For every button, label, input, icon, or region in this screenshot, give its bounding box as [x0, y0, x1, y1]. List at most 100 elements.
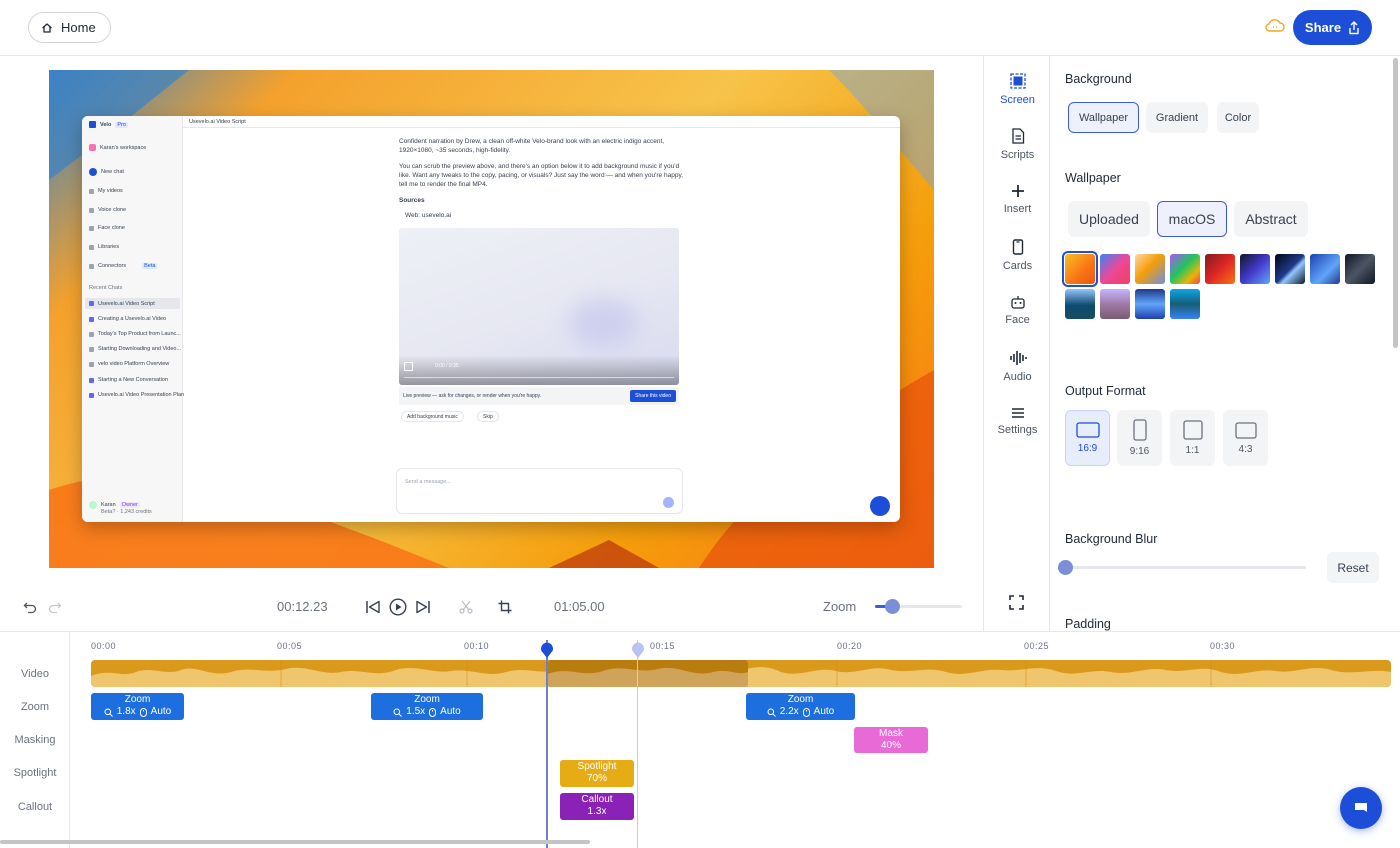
- tick-label: 00:00: [91, 641, 117, 651]
- mask-segment[interactable]: Mask 40%: [854, 727, 928, 753]
- timeline-scrollbar[interactable]: [0, 840, 590, 844]
- wallpaper-thumb[interactable]: [1135, 254, 1165, 284]
- output-format-title: Output Format: [1065, 384, 1146, 398]
- format-1-1[interactable]: 1:1: [1170, 410, 1215, 466]
- app-workspace: Karan's workspace: [100, 144, 147, 151]
- zoom-slider[interactable]: [875, 599, 962, 614]
- app-connectors-badge: Beta: [142, 263, 158, 269]
- background-blur-knob[interactable]: [1058, 560, 1073, 575]
- tool-face[interactable]: Face: [984, 295, 1051, 326]
- audio-waveform-selected: [548, 667, 748, 687]
- cloud-sync-icon[interactable]: [1264, 17, 1286, 33]
- app-recent-item: Usevelo.ai Video Presentation Plan: [98, 392, 185, 398]
- zoom-mode: Auto: [150, 706, 172, 717]
- tab-gradient[interactable]: Gradient: [1146, 102, 1208, 133]
- app-chip-music: Add background music: [401, 411, 464, 422]
- format-4-3[interactable]: 4:3: [1223, 410, 1268, 466]
- wallpaper-thumb[interactable]: [1100, 254, 1130, 284]
- zoom-segment[interactable]: Zoom 1.8x Auto: [91, 693, 184, 720]
- track-label-zoom: Zoom: [20, 701, 50, 713]
- play-icon[interactable]: [389, 598, 407, 616]
- app-nav-item: Libraries: [98, 244, 120, 250]
- undo-icon[interactable]: [22, 599, 38, 615]
- portrait-icon: [1132, 419, 1147, 441]
- tool-screen-label: Screen: [1000, 94, 1035, 106]
- tab-color[interactable]: Color: [1217, 102, 1259, 133]
- tool-insert[interactable]: Insert: [984, 184, 1051, 215]
- plus-icon: [1011, 184, 1025, 198]
- tick-label: 00:05: [277, 641, 303, 651]
- tool-settings[interactable]: Settings: [984, 407, 1051, 436]
- app-window: Velo Pro Karan's workspace New chat My vi…: [82, 116, 900, 522]
- home-button[interactable]: Home: [28, 12, 111, 43]
- timeline[interactable]: Video Zoom Masking Spotlight Callout 00:…: [0, 631, 1400, 848]
- app-live-bar: Live preview — ask for changes, or rende…: [399, 387, 679, 405]
- wallpaper-thumb[interactable]: [1170, 289, 1200, 319]
- tool-audio-label: Audio: [1003, 371, 1032, 383]
- reset-button[interactable]: Reset: [1327, 552, 1379, 583]
- wallpaper-thumb[interactable]: [1062, 251, 1098, 287]
- hover-marker-icon[interactable]: [631, 642, 645, 659]
- playhead-icon[interactable]: [540, 642, 554, 659]
- crop-icon[interactable]: [496, 598, 514, 616]
- scissors-icon[interactable]: [457, 598, 475, 616]
- wallpaper-thumb[interactable]: [1100, 289, 1130, 319]
- top-bar: Home Share: [0, 0, 1400, 56]
- redo-icon[interactable]: [47, 599, 63, 615]
- zoom-slider-knob[interactable]: [885, 599, 901, 614]
- zoom-segment[interactable]: Zoom 2.2x Auto: [746, 693, 855, 720]
- selected-clip-segment[interactable]: [548, 660, 748, 687]
- tab-abstract[interactable]: Abstract: [1234, 201, 1308, 237]
- wallpaper-thumb[interactable]: [1240, 254, 1270, 284]
- app-user-credits: Beta? · 1,243 credits: [101, 509, 152, 515]
- home-icon: [41, 22, 53, 34]
- wallpaper-thumb[interactable]: [1065, 289, 1095, 319]
- chat-support-button[interactable]: [1340, 787, 1382, 829]
- tool-screen[interactable]: Screen: [984, 73, 1051, 106]
- spotlight-segment[interactable]: Spotlight 70%: [560, 760, 634, 787]
- tab-macos[interactable]: macOS: [1157, 201, 1227, 237]
- mouse-icon: [429, 707, 437, 717]
- tool-audio[interactable]: Audio: [984, 350, 1051, 383]
- wallpaper-thumb[interactable]: [1275, 254, 1305, 284]
- app-recent-item: velo video Platform Overview: [98, 361, 170, 367]
- track-label-masking: Masking: [14, 734, 56, 746]
- tab-uploaded[interactable]: Uploaded: [1068, 201, 1150, 237]
- wallpaper-thumb[interactable]: [1310, 254, 1340, 284]
- zoom-factor: 1.5x: [406, 706, 426, 717]
- tool-face-label: Face: [1005, 314, 1030, 326]
- tool-scripts[interactable]: Scripts: [984, 128, 1051, 161]
- callout-segment[interactable]: Callout 1.3x: [560, 793, 634, 820]
- zoom-label: Zoom: [823, 599, 857, 614]
- zoom-factor: 1.8x: [116, 706, 136, 717]
- zoom-mode: Auto: [440, 706, 461, 717]
- wallpaper-thumb[interactable]: [1205, 254, 1235, 284]
- panel-scrollbar[interactable]: [1393, 58, 1398, 348]
- format-16-9[interactable]: 16:9: [1065, 410, 1110, 466]
- tool-cards[interactable]: Cards: [984, 239, 1051, 272]
- app-recent-item: Usevelo.ai Video Script: [98, 300, 155, 307]
- magnifier-icon: [393, 708, 403, 717]
- app-nav-item: Face clone: [98, 225, 125, 231]
- app-share-video: Share this video: [630, 390, 676, 402]
- share-button[interactable]: Share: [1293, 10, 1372, 45]
- skip-back-icon[interactable]: [364, 598, 382, 616]
- mask-value: 40%: [880, 740, 901, 751]
- playhead-line: [546, 640, 548, 848]
- background-blur-slider[interactable]: [1065, 566, 1306, 569]
- video-preview[interactable]: Velo Pro Karan's workspace New chat My vi…: [49, 70, 934, 568]
- zoom-segment[interactable]: Zoom 1.5x Auto: [371, 693, 483, 720]
- wallpaper-thumb[interactable]: [1135, 289, 1165, 319]
- menu-icon: [1011, 407, 1025, 419]
- zoom-mode: Auto: [813, 706, 835, 717]
- tool-rail: Screen Scripts Insert Cards Face Audio S…: [983, 56, 1050, 631]
- wallpaper-thumb[interactable]: [1345, 254, 1375, 284]
- app-brand-badge: Pro: [115, 121, 128, 128]
- zoom-factor: 2.2x: [779, 706, 799, 717]
- skip-forward-icon[interactable]: [414, 598, 432, 616]
- wallpaper-thumb[interactable]: [1170, 254, 1200, 284]
- track-label-spotlight: Spotlight: [13, 767, 57, 779]
- track-label-video: Video: [21, 668, 49, 680]
- format-9-16[interactable]: 9:16: [1117, 410, 1162, 466]
- tab-wallpaper[interactable]: Wallpaper: [1068, 102, 1139, 133]
